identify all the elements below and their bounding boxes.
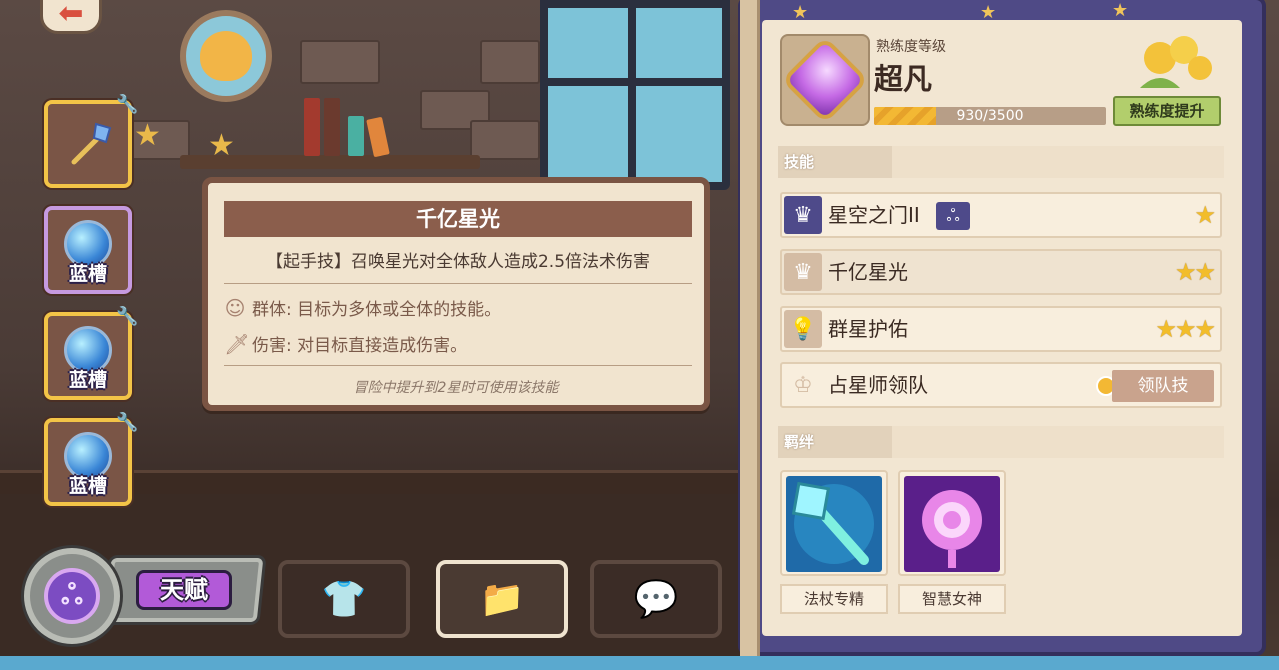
book xyxy=(324,98,340,156)
skill-row-starlight[interactable]: ♛ 千亿星光 ★★ xyxy=(780,249,1222,295)
section-title: 技能 xyxy=(784,153,815,171)
book xyxy=(304,98,320,156)
flower-icon xyxy=(1140,36,1212,88)
wall-brick xyxy=(480,40,540,84)
equipment-slot-staff[interactable]: 🔧 xyxy=(44,94,138,188)
wall-brick xyxy=(300,40,380,84)
skill-row-star-gate[interactable]: ♛ 星空之门II ஃ ★ xyxy=(780,192,1222,238)
wrench-icon: 🔧 xyxy=(116,306,139,327)
skill-name: 千亿星光 xyxy=(828,260,908,284)
proficiency-progress-bar: 930/3500 xyxy=(874,107,1106,125)
leader-skill-button[interactable]: 领队技 xyxy=(1112,370,1214,402)
tooltip-title: 千亿星光 xyxy=(224,201,692,237)
chat-button[interactable]: 💬 xyxy=(590,560,722,638)
crown-star-icon: ♛ xyxy=(784,253,822,291)
equipment-slot-gem-3[interactable]: 蓝槽 🔧 xyxy=(44,412,138,506)
speech-bubble-icon: 💬 xyxy=(633,579,679,620)
sword-icon: 🗡 xyxy=(224,331,250,356)
slot-label: 蓝槽 xyxy=(68,263,107,285)
bonds-section-header: 羁绊 xyxy=(778,426,1224,458)
bond-label: 法杖专精 xyxy=(780,584,888,614)
equipment-slot-gem-1[interactable]: 蓝槽 xyxy=(44,206,132,294)
group-icon: ☺ xyxy=(224,295,246,320)
bottom-strip xyxy=(0,656,1279,670)
folder-button[interactable]: 📁 xyxy=(436,560,568,638)
folder-icon: 📁 xyxy=(479,579,525,620)
proficiency-emblem xyxy=(780,34,870,126)
star-decoration: ★ xyxy=(1112,0,1129,21)
talent-button[interactable]: ஃ xyxy=(24,548,120,644)
staff-icon xyxy=(786,476,882,572)
tooltip-tag-group: ☺ 群体: 目标为多体或全体的技能。 xyxy=(224,295,502,321)
scepter-icon xyxy=(904,476,1000,572)
talent-label[interactable]: 天赋 xyxy=(136,570,232,610)
window xyxy=(540,0,730,190)
divider xyxy=(224,283,692,284)
tooltip-description: 【起手技】召唤星光对全体敌人造成2.5倍法术伤害 xyxy=(265,252,651,272)
proficiency-rank: 超凡 xyxy=(874,62,933,96)
wrench-icon: 🔧 xyxy=(116,94,139,115)
duck-avatar xyxy=(200,31,252,81)
bond-card-wisdom-goddess[interactable] xyxy=(898,470,1006,576)
skill-name: 占星师领队 xyxy=(828,373,928,397)
progress-text: 930/3500 xyxy=(956,108,1024,124)
tooltip-tag-damage: 🗡 伤害: 对目标直接造成伤害。 xyxy=(224,331,468,357)
back-button[interactable]: ⬅ xyxy=(40,0,102,34)
shield-bulb-icon: 💡 xyxy=(784,310,822,348)
wrench-icon: 🔧 xyxy=(116,412,139,433)
character-portrait[interactable] xyxy=(180,10,272,102)
crown-icon: ♔ xyxy=(784,366,822,404)
equipment-slot-gem-2[interactable]: 蓝槽 🔧 xyxy=(44,306,138,400)
wall-brick xyxy=(470,120,540,160)
wardrobe-button[interactable]: 👕 xyxy=(278,560,410,638)
divider xyxy=(224,365,692,366)
skills-section-header: 技能 xyxy=(778,146,1224,178)
tooltip-note: 冒险中提升到2星时可使用该技能 xyxy=(353,380,559,396)
skill-tooltip: 千亿星光 【起手技】召唤星光对全体敌人造成2.5倍法术伤害 ☺ 群体: 目标为多… xyxy=(202,177,710,411)
book xyxy=(348,116,364,156)
crown-star-icon: ♛ xyxy=(784,196,822,234)
proficiency-upgrade-button[interactable]: 熟练度提升 xyxy=(1113,96,1221,126)
slot-label: 蓝槽 xyxy=(68,369,107,391)
skill-row-star-blessing[interactable]: 💡 群星护佑 ★★★ xyxy=(780,306,1222,352)
book xyxy=(366,116,390,158)
bond-label: 智慧女神 xyxy=(898,584,1006,614)
talent-icon: ஃ xyxy=(44,568,100,624)
skill-name: 星空之门II xyxy=(828,203,920,227)
bond-card-staff-mastery[interactable] xyxy=(780,470,888,576)
skill-name: 群星护佑 xyxy=(828,317,908,341)
proficiency-label: 熟练度等级 xyxy=(876,39,946,55)
staff-icon xyxy=(71,122,112,165)
hanger-icon: 👕 xyxy=(321,579,367,620)
medal-icon xyxy=(781,36,869,124)
star-decoration: ★ xyxy=(208,128,235,163)
section-title: 羁绊 xyxy=(784,433,815,451)
panel-edge xyxy=(740,0,760,656)
star-decoration: ★ xyxy=(134,118,161,153)
slot-label: 蓝槽 xyxy=(68,475,107,497)
tag-text: 伤害: 对目标直接造成伤害。 xyxy=(252,336,468,356)
talent-badge-icon: ஃ xyxy=(936,202,970,230)
skill-stars: ★★ xyxy=(1174,258,1216,286)
skill-row-astrologer-leader[interactable]: ♔ 占星师领队 领队技 xyxy=(780,362,1222,408)
skill-stars: ★★★ xyxy=(1155,315,1216,343)
tag-text: 群体: 目标为多体或全体的技能。 xyxy=(252,300,502,320)
skill-stars: ★ xyxy=(1194,201,1215,229)
